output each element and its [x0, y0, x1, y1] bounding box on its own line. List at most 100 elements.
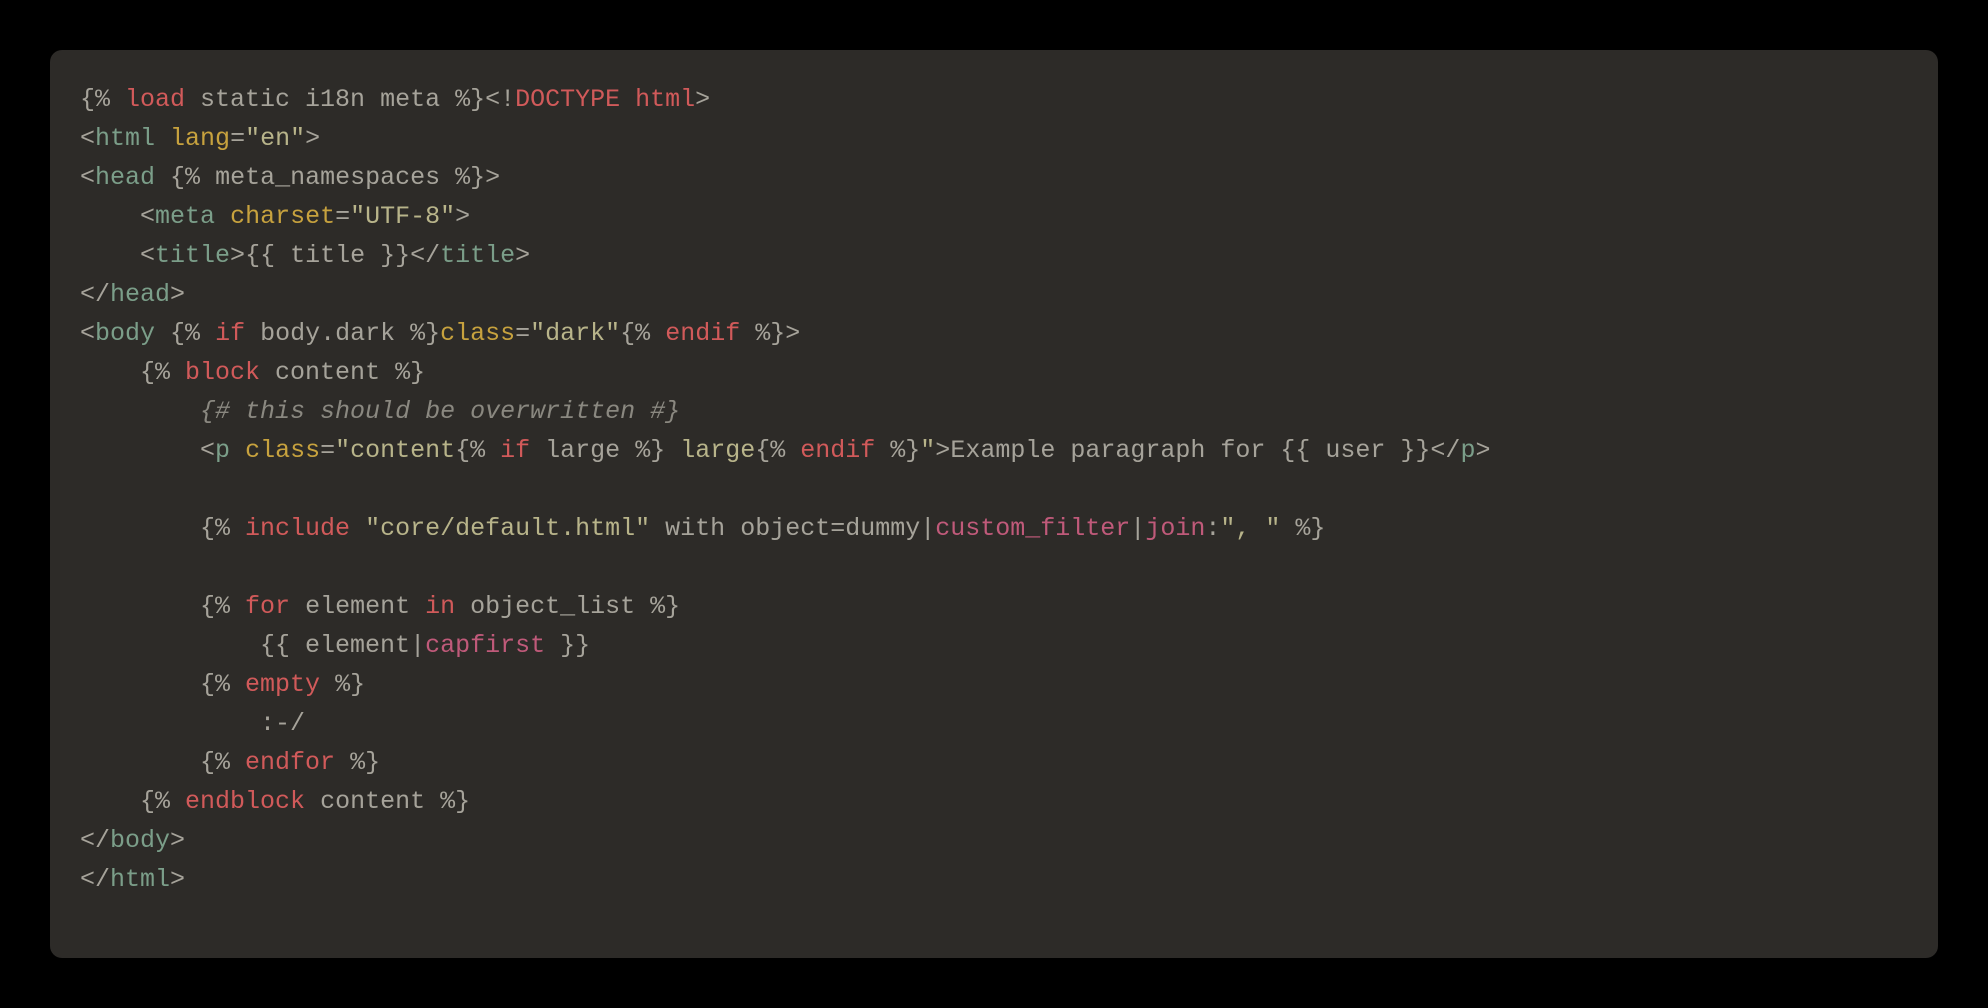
- code-token: >: [485, 163, 500, 192]
- code-token: ": [920, 436, 935, 465]
- code-token: </: [80, 280, 110, 309]
- code-token: html: [95, 124, 155, 153]
- code-token: %}: [650, 592, 680, 621]
- code-token: object: [740, 514, 830, 543]
- code-token: [230, 436, 245, 465]
- code-token: {%: [140, 358, 185, 387]
- code-token: {{: [260, 631, 305, 660]
- code-token: dummy: [845, 514, 920, 543]
- code-token: [80, 709, 260, 738]
- code-token: =: [320, 436, 335, 465]
- code-token: static i18n meta: [185, 85, 455, 114]
- code-token: </: [1430, 436, 1460, 465]
- code-token: endblock: [185, 787, 305, 816]
- code-token: <: [140, 202, 155, 231]
- code-token: large: [530, 436, 635, 465]
- code-token: join: [1145, 514, 1205, 543]
- code-token: charset: [230, 202, 335, 231]
- code-token: %}: [635, 436, 665, 465]
- code-token: >: [515, 241, 530, 270]
- code-token: </: [410, 241, 440, 270]
- code-token: %}: [320, 670, 365, 699]
- code-token: </: [80, 826, 110, 855]
- code-token: content: [260, 358, 395, 387]
- code-token: {%: [755, 436, 800, 465]
- code-token: >: [170, 280, 185, 309]
- code-token: body: [95, 319, 155, 348]
- code-token: |: [410, 631, 425, 660]
- code-token: %}: [740, 319, 785, 348]
- code-token: :-/: [260, 709, 305, 738]
- code-token: element: [290, 592, 425, 621]
- code-token: block: [185, 358, 260, 387]
- code-token: =: [515, 319, 530, 348]
- code-token: [80, 631, 260, 660]
- code-token: body: [110, 826, 170, 855]
- code-token: {{: [1280, 436, 1325, 465]
- code-token: <: [80, 163, 95, 192]
- code-token: endif: [665, 319, 740, 348]
- code-token: <!: [485, 85, 515, 114]
- code-token: if: [500, 436, 530, 465]
- code-token: content: [305, 787, 440, 816]
- code-token: "dark": [530, 319, 620, 348]
- code-token: {%: [170, 319, 215, 348]
- code-token: load: [125, 85, 185, 114]
- code-token: html: [110, 865, 170, 894]
- code-token: class: [245, 436, 320, 465]
- code-token: meta: [155, 202, 215, 231]
- code-token: {%: [455, 436, 500, 465]
- code-block[interactable]: {% load static i18n meta %} <!DOCTYPE htm…: [80, 80, 1908, 899]
- code-token: ", ": [1220, 514, 1280, 543]
- code-token: "core/default.html": [365, 514, 650, 543]
- code-token: endfor: [245, 748, 335, 777]
- code-token: with: [665, 514, 725, 543]
- code-token: for: [245, 592, 290, 621]
- code-token: custom_filter: [935, 514, 1130, 543]
- code-token: [80, 748, 200, 777]
- code-token: "en": [245, 124, 305, 153]
- code-token: large: [665, 436, 755, 465]
- code-token: element: [305, 631, 410, 660]
- code-token: {# this should be overwritten #}: [200, 397, 680, 426]
- code-token: >: [455, 202, 470, 231]
- code-token: {%: [200, 670, 245, 699]
- code-token: %}: [410, 319, 440, 348]
- code-token: title: [440, 241, 515, 270]
- code-token: }}: [1385, 436, 1430, 465]
- code-token: Example paragraph for: [950, 436, 1280, 465]
- code-token: if: [215, 319, 245, 348]
- code-token: [80, 397, 200, 426]
- code-token: =: [230, 124, 245, 153]
- code-token: %}: [440, 787, 470, 816]
- code-token: object_list: [455, 592, 650, 621]
- code-token: body.dark: [245, 319, 410, 348]
- code-token: endif: [800, 436, 875, 465]
- code-token: p: [215, 436, 230, 465]
- code-token: [215, 202, 230, 231]
- code-token: =: [335, 202, 350, 231]
- code-token: >: [1475, 436, 1490, 465]
- code-token: <: [80, 319, 95, 348]
- code-token: DOCTYPE html: [515, 85, 695, 114]
- code-token: |: [920, 514, 935, 543]
- code-token: >: [170, 865, 185, 894]
- code-token: >: [785, 319, 800, 348]
- code-token: {%: [80, 85, 125, 114]
- code-token: [80, 787, 140, 816]
- code-token: >: [695, 85, 710, 114]
- code-token: </: [80, 865, 110, 894]
- code-token: user: [1325, 436, 1385, 465]
- code-token: {%: [620, 319, 665, 348]
- code-token: {%: [140, 787, 185, 816]
- code-token: }}: [545, 631, 590, 660]
- code-token: >: [935, 436, 950, 465]
- code-token: meta_namespaces: [215, 163, 440, 192]
- code-token: title: [155, 241, 230, 270]
- code-token: include: [245, 514, 350, 543]
- code-editor-panel: {% load static i18n meta %} <!DOCTYPE htm…: [50, 50, 1938, 958]
- code-token: [80, 436, 200, 465]
- code-token: [350, 514, 365, 543]
- code-token: %}: [875, 436, 920, 465]
- code-token: title: [290, 241, 365, 270]
